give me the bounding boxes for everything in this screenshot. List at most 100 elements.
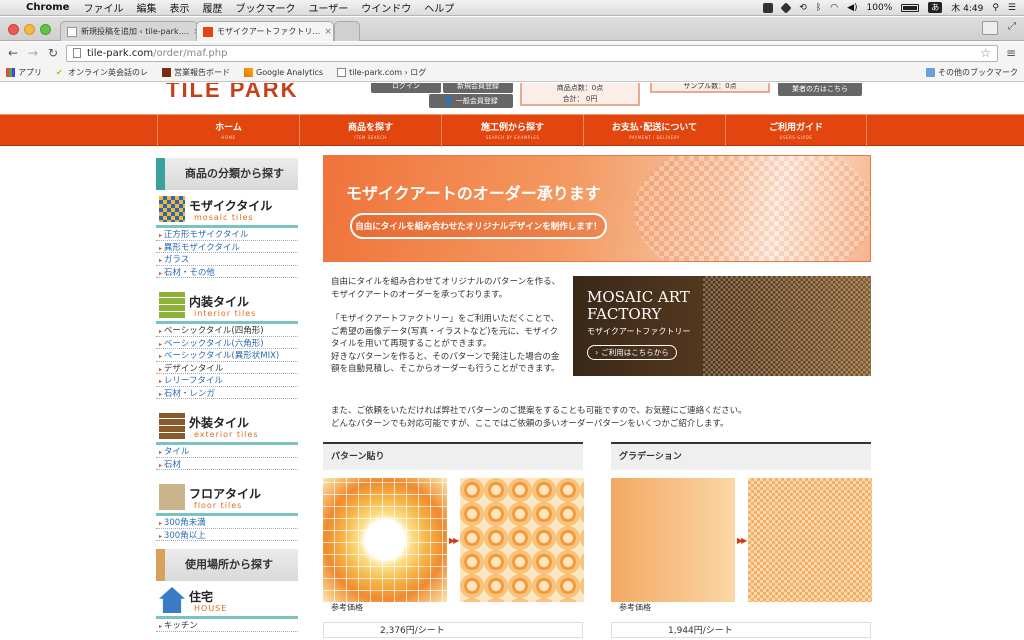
sidebar-cat-floor[interactable]: フロアタイル floor tiles (156, 480, 298, 516)
menubar-status-area: ⟲ ᛒ ◠ ◀) 100% あ 木 4:49 ⚲ ☰ (763, 1, 1024, 14)
bookmark-online-english[interactable]: ✔ オンライン英会話のレ (56, 67, 148, 78)
tab-mosaic-art-factory[interactable]: モザイクアートファクトリ… × (196, 21, 334, 41)
sidebar-item-shaped-mosaic[interactable]: 異形モザイクタイル (156, 241, 298, 253)
sidebar-item-glass[interactable]: ガラス (156, 253, 298, 266)
menubar-item-help[interactable]: ヘルプ (424, 0, 454, 15)
sidebar-item-square-mosaic[interactable]: 正方形モザイクタイル (156, 228, 298, 241)
sidebar-item-basic-square[interactable]: ベーシックタイル(四角形) (156, 324, 298, 337)
page-icon (337, 68, 347, 77)
sidebar-place-house[interactable]: 住宅 HOUSE (156, 583, 298, 619)
bookmark-tile-park-log[interactable]: tile-park.com › ログ (337, 67, 426, 78)
nav-users-guide[interactable]: ご利用ガイド USERS GUIDE (725, 115, 867, 147)
menubar-item-file[interactable]: ファイル (83, 0, 123, 15)
minimize-window-icon[interactable] (24, 24, 35, 35)
section-pattern-heading: パターン貼り (323, 442, 583, 470)
sidebar-heading-category: 商品の分類から探す (156, 158, 298, 190)
sidebar-item-over-300[interactable]: 300角以上 (156, 529, 298, 541)
sidebar-cat-exterior[interactable]: 外装タイル exterior tiles (156, 409, 298, 445)
sidebar-item-exterior-stone[interactable]: 石材 (156, 458, 298, 470)
tab-new-post[interactable]: 新規投稿を追加 ‹ tile-park.… × (60, 21, 198, 41)
dropbox-icon[interactable] (780, 1, 792, 14)
sidebar-item-basic-mix[interactable]: ベーシックタイル(異形状MIX) (156, 349, 298, 362)
input-method-icon[interactable]: あ (928, 2, 943, 13)
nav-search-by-examples[interactable]: 施工例から探す SEARCH BY EXAMPLES (441, 115, 583, 147)
sidebar-item-design-tile[interactable]: デザインタイル (156, 362, 298, 374)
nav-payment-delivery[interactable]: お支払･配送について PAYMENT / DELIVERY (583, 115, 725, 147)
site-logo[interactable]: TILE PARK (166, 83, 298, 103)
bluetooth-icon[interactable]: ᛒ (816, 3, 821, 13)
menubar-item-user[interactable]: ユーザー (308, 0, 348, 15)
close-tab-icon[interactable]: × (324, 27, 332, 37)
back-button[interactable]: ← (6, 46, 20, 60)
nav-item-search[interactable]: 商品を探す ITEM SEARCH (299, 115, 441, 147)
register-button[interactable]: 新規会員登録 (443, 83, 513, 93)
cat-subtitle: mosaic tiles (194, 213, 254, 222)
request-text: また、ご依頼をいただければ弊社でパターンのご提案をすることも可能ですので、お気軽… (331, 405, 871, 430)
exterior-tile-icon (159, 413, 185, 439)
banner-title: モザイクアートのオーダー承ります (346, 184, 601, 203)
factory-title-line: MOSAIC ART (587, 288, 690, 306)
bookmark-google-analytics[interactable]: Google Analytics (244, 68, 323, 77)
bookmark-apps[interactable]: アプリ (6, 67, 42, 78)
nav-label: 商品を探す (347, 123, 393, 133)
reference-price-value: 1,944円/シート (611, 622, 871, 638)
logo-text: TILE PARK (166, 83, 299, 102)
volume-icon[interactable]: ◀) (847, 3, 857, 13)
sidebar-item-kitchen[interactable]: キッチン (156, 619, 298, 632)
arrow-right-icon: ▶▶ (737, 536, 747, 545)
factory-subtitle: モザイクアートファクトリー (587, 327, 691, 336)
cart-count: 商品点数：0点 (556, 84, 604, 92)
url-host: tile-park.com (87, 47, 154, 59)
menubar-item-view[interactable]: 表示 (169, 0, 189, 15)
time-machine-icon[interactable]: ⟲ (799, 3, 807, 13)
sidebar-item-stone-brick[interactable]: 石材・レンガ (156, 387, 298, 399)
forward-button[interactable]: → (26, 46, 40, 60)
battery-icon[interactable] (901, 3, 920, 12)
new-tab-button[interactable] (334, 21, 360, 41)
cart-summary[interactable]: 商品点数：0点 合計： 0円 (520, 83, 640, 106)
floor-tile-icon (159, 484, 185, 510)
sidebar-item-exterior-tile[interactable]: タイル (156, 445, 298, 458)
check-icon: ✔ (56, 68, 63, 77)
fullscreen-icon[interactable]: ⤢ (1008, 21, 1016, 32)
chrome-menu-icon[interactable]: ≡ (1004, 46, 1018, 60)
reload-button[interactable]: ↻ (46, 46, 60, 60)
reference-price-label: 参考価格 (331, 603, 363, 612)
browser-toolbar: ← → ↻ tile-park.com/order/maf.php ☆ ≡ (0, 42, 1024, 64)
profile-icon[interactable] (982, 21, 998, 35)
notification-center-icon[interactable]: ☰ (1008, 3, 1016, 13)
address-bar[interactable]: tile-park.com/order/maf.php ☆ (66, 44, 998, 62)
bookmark-star-icon[interactable]: ☆ (980, 46, 991, 60)
wifi-icon[interactable]: ◠ (830, 3, 838, 13)
sidebar-item-basic-hexagon[interactable]: ベーシックタイル(六角形) (156, 337, 298, 349)
bookmark-other[interactable]: その他のブックマーク (926, 67, 1018, 78)
business-user-button[interactable]: 業者の方はこちら (778, 83, 862, 96)
menubar-item-edit[interactable]: 編集 (136, 0, 156, 15)
mosaic-decoration (634, 156, 870, 261)
sidebar-item-stone-other[interactable]: 石材・その他 (156, 266, 298, 278)
zoom-window-icon[interactable] (40, 24, 51, 35)
spotlight-icon[interactable]: ⚲ (992, 3, 999, 13)
menubar-item-bookmarks[interactable]: ブックマーク (235, 0, 295, 15)
factory-use-button[interactable]: › ご利用はこちらから (587, 345, 677, 360)
sample-summary[interactable]: サンプル数：0点 (650, 83, 770, 93)
cat-subtitle: interior tiles (194, 309, 257, 318)
general-member-button[interactable]: 👤 一般会員登録 (429, 94, 513, 108)
menubar-item-history[interactable]: 履歴 (202, 0, 222, 15)
menubar-clock[interactable]: 木 4:49 (951, 1, 983, 14)
evernote-icon[interactable] (763, 2, 774, 13)
sidebar-cat-interior[interactable]: 内装タイル interior tiles (156, 288, 298, 324)
sidebar-item-under-300[interactable]: 300角未満 (156, 516, 298, 529)
close-window-icon[interactable] (8, 24, 19, 35)
sidebar-item-relief-tile[interactable]: レリーフタイル (156, 374, 298, 387)
login-button[interactable]: ログイン (371, 83, 441, 93)
mac-menubar: Chrome ファイル 編集 表示 履歴 ブックマーク ユーザー ウインドウ ヘ… (0, 0, 1024, 16)
sidebar-cat-mosaic[interactable]: モザイクタイル mosaic tiles (156, 192, 298, 228)
menubar-app-name[interactable]: Chrome (26, 2, 69, 13)
page-info-icon[interactable] (73, 48, 81, 58)
factory-title: MOSAIC ART FACTORY (587, 289, 690, 323)
nav-home[interactable]: ホーム HOME (157, 115, 299, 147)
bookmark-sales-board[interactable]: 営業報告ボード (162, 67, 230, 78)
mosaic-art-factory-banner[interactable]: MOSAIC ART FACTORY モザイクアートファクトリー › ご利用はこちら… (573, 276, 871, 376)
menubar-item-window[interactable]: ウインドウ (361, 0, 411, 15)
